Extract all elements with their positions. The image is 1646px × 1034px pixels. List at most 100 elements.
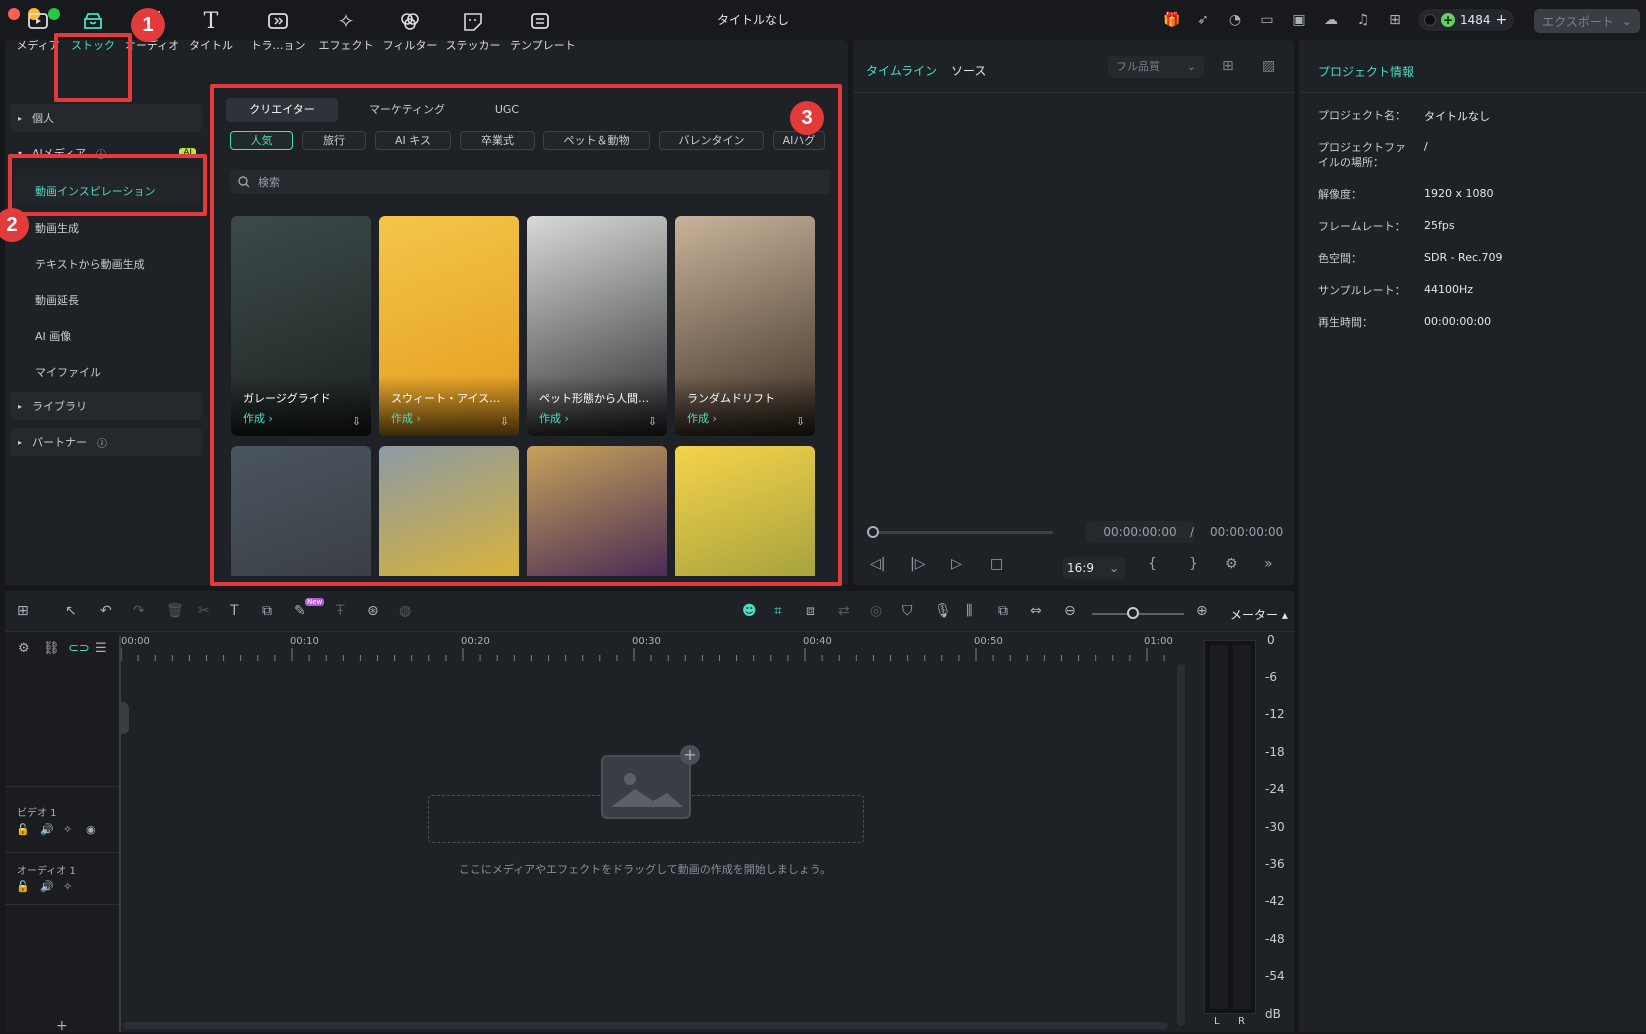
mark-in-icon[interactable]: { bbox=[1148, 556, 1157, 572]
magic-icon[interactable]: ✧ bbox=[63, 823, 72, 836]
settings-icon[interactable]: ⚙ bbox=[1225, 556, 1238, 572]
send-icon[interactable]: ➶ bbox=[1193, 10, 1213, 30]
track-settings-icon[interactable]: ⚙ bbox=[18, 641, 30, 656]
ruler-label: 00:00 bbox=[121, 636, 150, 647]
preview-scrubber[interactable] bbox=[873, 531, 1053, 534]
lock-icon[interactable]: 🔓 bbox=[16, 823, 30, 836]
playhead[interactable] bbox=[119, 636, 121, 1032]
image-icon bbox=[611, 773, 683, 807]
speaker-icon[interactable]: 🔊 bbox=[40, 823, 54, 836]
tab-effects[interactable]: ✧ エフェクト bbox=[316, 8, 376, 58]
text-tool-icon[interactable]: T bbox=[230, 603, 239, 619]
annotation-badge-3: 3 bbox=[790, 101, 824, 135]
mixer-icon[interactable]: ⫼ bbox=[966, 603, 972, 619]
chevron-right-icon: ▸ bbox=[18, 113, 23, 123]
ai-copilot-icon[interactable]: ☻ bbox=[742, 603, 757, 619]
sidebar-item-ai-image[interactable]: AI 画像 bbox=[35, 328, 71, 344]
cloud-upload-icon[interactable]: ☁ bbox=[1321, 10, 1341, 30]
link-icon[interactable]: ⊂⊃ bbox=[68, 641, 90, 656]
sidebar-item-text-to-video[interactable]: テキストから動画生成 bbox=[35, 256, 145, 272]
tab-timeline[interactable]: タイムライン bbox=[866, 64, 937, 78]
play-icon[interactable]: ▷ bbox=[951, 556, 962, 572]
scrubber-handle[interactable] bbox=[867, 526, 879, 538]
db-label: -30 bbox=[1265, 820, 1285, 834]
tab-transition[interactable]: トラ…ョン bbox=[248, 8, 308, 58]
add-credits-icon[interactable]: + bbox=[1496, 12, 1508, 28]
speaker-icon[interactable]: 🔊 bbox=[40, 880, 54, 893]
lock-icon[interactable]: 🔓 bbox=[16, 880, 30, 893]
undo-icon[interactable]: ↶ bbox=[100, 603, 112, 619]
replace-icon[interactable]: ⇄ bbox=[838, 603, 850, 619]
playhead-handle[interactable] bbox=[119, 702, 129, 734]
unlink-icon[interactable]: ⛓ bbox=[43, 641, 60, 656]
headset-icon[interactable]: ♫ bbox=[1353, 10, 1373, 30]
fit-icon[interactable]: ⇔ bbox=[1030, 603, 1042, 619]
credits-badge[interactable]: + 1484 + bbox=[1418, 9, 1514, 31]
tab-source[interactable]: ソース bbox=[951, 64, 986, 78]
sidebar-group-personal[interactable]: ▸ 個人 bbox=[10, 104, 202, 132]
toggle-dot-icon bbox=[1424, 14, 1436, 26]
export-button[interactable]: エクスポート ⌄ bbox=[1534, 9, 1640, 33]
monitor-icon[interactable]: ▭ bbox=[1257, 10, 1277, 30]
image-icon[interactable]: ▨ bbox=[1262, 58, 1275, 74]
meter-toggle[interactable]: メーター ▴ bbox=[1230, 606, 1288, 623]
filter-icon bbox=[401, 13, 419, 30]
more-icon[interactable]: » bbox=[1264, 556, 1273, 572]
tab-label: ステッカー bbox=[445, 39, 501, 52]
tab-filters[interactable]: フィルター bbox=[380, 8, 440, 58]
pip-icon[interactable]: ⧉ bbox=[998, 603, 1008, 619]
aspect-ratio-select[interactable]: 16:9 ⌄ bbox=[1063, 557, 1125, 579]
chevron-right-icon: ▸ bbox=[18, 401, 23, 411]
horizontal-scrollbar[interactable] bbox=[123, 1022, 1168, 1029]
magic-icon[interactable]: ✧ bbox=[63, 880, 72, 893]
help-icon[interactable]: ⓘ bbox=[97, 435, 107, 450]
tab-templates[interactable]: テンプレート bbox=[510, 8, 576, 58]
step-forward-icon[interactable]: |▷ bbox=[910, 556, 925, 572]
stop-icon[interactable]: □ bbox=[990, 556, 1003, 572]
split-screen-icon[interactable]: ⧈ bbox=[806, 603, 815, 619]
divider bbox=[853, 92, 1294, 93]
sidebar-item-my-files[interactable]: マイファイル bbox=[35, 364, 101, 380]
zoom-slider-handle[interactable] bbox=[1127, 607, 1139, 619]
pen-icon[interactable]: ✎ bbox=[294, 603, 306, 619]
annotation-box-1 bbox=[54, 33, 132, 102]
cut-icon[interactable]: ✂ bbox=[198, 603, 210, 619]
vertical-scrollbar[interactable] bbox=[1177, 664, 1185, 1026]
smart-cut-icon[interactable]: ⌗ bbox=[774, 603, 782, 619]
db-label: -36 bbox=[1265, 857, 1285, 871]
apps-grid-icon[interactable]: ⊞ bbox=[1385, 10, 1405, 30]
text-effect-icon[interactable]: Ŧ bbox=[336, 603, 345, 619]
gift-icon[interactable]: 🎁 bbox=[1162, 10, 1182, 30]
grid-view-icon[interactable]: ⊞ bbox=[1222, 58, 1234, 74]
add-media-icon[interactable]: + bbox=[680, 745, 700, 765]
crop-icon[interactable]: ⧉ bbox=[262, 603, 272, 619]
tab-stickers[interactable]: ステッカー bbox=[443, 8, 503, 58]
history-icon[interactable]: ◔ bbox=[1225, 10, 1245, 30]
mark-out-icon[interactable]: } bbox=[1189, 556, 1198, 572]
palette-icon[interactable]: ◍ bbox=[399, 603, 411, 619]
microphone-icon[interactable]: 🎙 bbox=[934, 603, 952, 619]
sidebar-item-video-generation[interactable]: 動画生成 bbox=[35, 220, 79, 236]
save-icon[interactable]: ▣ bbox=[1289, 10, 1309, 30]
sidebar-group-partner[interactable]: ▸ パートナー ⓘ bbox=[10, 428, 202, 456]
sidebar-item-video-extend[interactable]: 動画延長 bbox=[35, 292, 79, 308]
eye-icon[interactable]: ◉ bbox=[86, 823, 96, 836]
shield-icon[interactable]: ⛉ bbox=[902, 603, 913, 619]
meter-channel-right bbox=[1233, 645, 1251, 1009]
tab-title[interactable]: T タイトル bbox=[181, 8, 241, 58]
zoom-out-icon[interactable]: ⊖ bbox=[1064, 603, 1076, 619]
redo-icon[interactable]: ↷ bbox=[133, 603, 145, 619]
quality-select[interactable]: フル品質 ⌄ bbox=[1108, 56, 1204, 78]
step-back-icon[interactable]: ◁| bbox=[870, 556, 885, 572]
select-tool-icon[interactable]: ↖ bbox=[65, 603, 77, 619]
layout-icon[interactable]: ⊞ bbox=[17, 603, 29, 619]
sidebar-group-label: 個人 bbox=[32, 112, 55, 125]
sidebar-group-library[interactable]: ▸ ライブラリ bbox=[10, 392, 202, 420]
sidebar-group-label: ライブラリ bbox=[32, 400, 88, 413]
speed-icon[interactable]: ◎ bbox=[870, 603, 882, 619]
delete-icon[interactable]: 🗑 bbox=[166, 603, 184, 619]
zoom-in-icon[interactable]: ⊕ bbox=[1196, 603, 1208, 619]
ai-tool-icon[interactable]: ⊛ bbox=[367, 603, 379, 619]
track-manage-icon[interactable]: ☰ bbox=[95, 641, 107, 656]
divider bbox=[1299, 92, 1646, 93]
